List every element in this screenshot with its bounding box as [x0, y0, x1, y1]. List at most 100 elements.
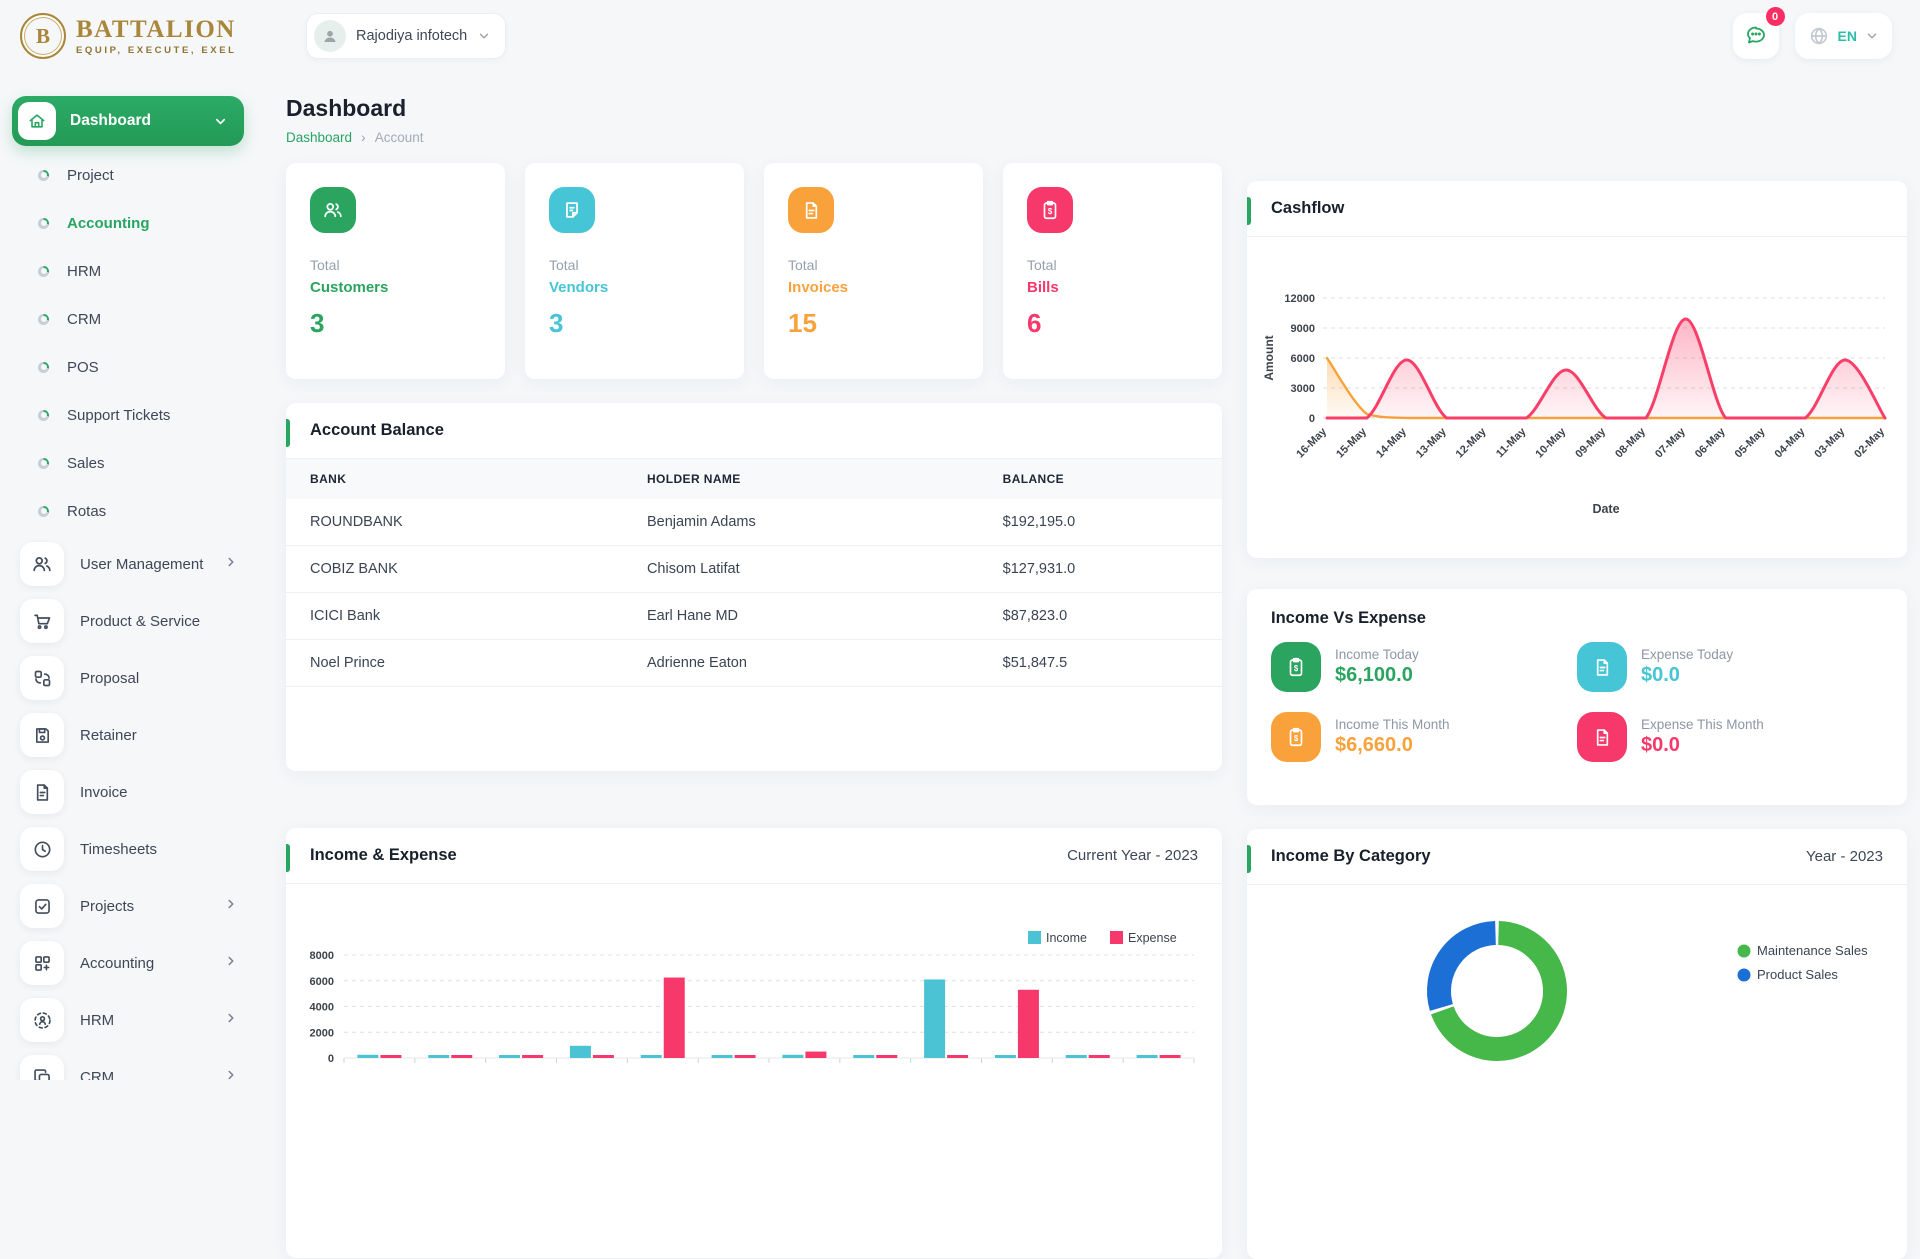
grid-plus-icon [20, 941, 64, 985]
metric-value: $6,100.0 [1335, 664, 1419, 687]
sidebar-item-label: Invoice [80, 784, 128, 801]
proposal-icon [20, 656, 64, 700]
account-balance-table: BANKHOLDER NAMEBALANCE ROUNDBANKBenjamin… [286, 459, 1222, 687]
notification-badge: 0 [1766, 7, 1785, 26]
stat-label: Vendors [549, 279, 720, 296]
workspace-selector[interactable]: Rajodiya infotech [306, 13, 506, 59]
sidebar-item-retainer[interactable]: Retainer [12, 713, 248, 757]
sidebar-sub-list: Project Accounting HRM CRM POS Support Ticket… [12, 158, 248, 528]
language-selector[interactable]: EN [1795, 13, 1892, 59]
table-cell: $51,847.5 [979, 640, 1222, 687]
sidebar-item-invoice[interactable]: Invoice [12, 770, 248, 814]
svg-text:6000: 6000 [310, 976, 334, 988]
table-cell: ICICI Bank [286, 593, 623, 640]
metric-expense-today: Expense Today$0.0 [1577, 642, 1883, 692]
sidebar-item-accounting[interactable]: Accounting [12, 206, 248, 240]
chat-icon [1744, 23, 1768, 50]
sidebar-item-label: Accounting [67, 215, 150, 232]
sidebar-item-crm[interactable]: CRM [12, 302, 248, 336]
sidebar-item-product-service[interactable]: Product & Service [12, 599, 248, 643]
sidebar-item-accounting[interactable]: Accounting [12, 941, 248, 985]
column-header-balance: BALANCE [979, 459, 1222, 499]
stat-value: 15 [788, 308, 959, 339]
cashflow-card: Cashflow 030006000900012000Amount16-May1… [1247, 181, 1907, 558]
breadcrumb-link-dashboard[interactable]: Dashboard [286, 130, 352, 145]
card-period: Year - 2023 [1806, 848, 1883, 865]
svg-text:2000: 2000 [310, 1027, 334, 1039]
svg-text:$: $ [1048, 207, 1053, 216]
card-title: Income & Expense [310, 846, 457, 865]
chevron-down-icon [477, 29, 491, 43]
svg-text:16-May: 16-May [1294, 425, 1329, 460]
sidebar-item-label: CRM [80, 1069, 114, 1081]
svg-text:8000: 8000 [310, 950, 334, 962]
sidebar-item-label: Project [67, 167, 114, 184]
table-cell: COBIZ BANK [286, 546, 623, 593]
table-cell: Chisom Latifat [623, 546, 979, 593]
metric-value: $0.0 [1641, 664, 1733, 687]
metric-value: $0.0 [1641, 734, 1764, 757]
breadcrumb-current: Account [375, 130, 424, 145]
sidebar-item-label: Support Tickets [67, 407, 170, 424]
svg-text:14-May: 14-May [1374, 425, 1409, 460]
stat-label: Invoices [788, 279, 959, 296]
metric-income-this-month: $ Income This Month $6,660.0 [1271, 712, 1577, 762]
svg-text:Amount: Amount [1262, 335, 1276, 380]
sidebar-item-timesheets[interactable]: Timesheets [12, 827, 248, 871]
svg-text:Product Sales: Product Sales [1757, 967, 1838, 982]
stat-prefix: Total [1027, 257, 1198, 273]
sidebar-item-label: Product & Service [80, 613, 200, 630]
sidebar-item-project[interactable]: Project [12, 158, 248, 192]
metric-label: Income This Month [1335, 717, 1450, 732]
sidebar-item-sales[interactable]: Sales [12, 446, 248, 480]
clock-icon [20, 827, 64, 871]
sidebar-item-proposal[interactable]: Proposal [12, 656, 248, 700]
clipboard-dollar-icon: $ [1271, 712, 1321, 762]
svg-text:11-May: 11-May [1494, 425, 1529, 460]
chevron-down-icon [213, 114, 228, 129]
file-text-icon [20, 770, 64, 814]
note-icon [549, 187, 595, 233]
svg-text:12000: 12000 [1284, 293, 1315, 305]
messages-button[interactable]: 0 [1733, 13, 1779, 59]
metric-value: $6,660.0 [1335, 734, 1450, 757]
sidebar-item-projects[interactable]: Projects [12, 884, 248, 928]
svg-text:04-May: 04-May [1773, 425, 1808, 460]
svg-text:02-May: 02-May [1852, 425, 1887, 460]
avatar [314, 20, 346, 52]
column-header-bank: BANK [286, 459, 623, 499]
sidebar-item-pos[interactable]: POS [12, 350, 248, 384]
svg-text:07-May: 07-May [1653, 425, 1688, 460]
svg-text:Income: Income [1046, 931, 1087, 945]
income-vs-expense-card: Income Vs Expense $Income Today$6,100.0E… [1247, 589, 1907, 805]
sidebar-item-label: Proposal [80, 670, 139, 687]
workspace-name: Rajodiya infotech [356, 28, 467, 44]
breadcrumb: Dashboard › Account [286, 129, 1907, 145]
svg-text:9000: 9000 [1291, 323, 1315, 335]
sidebar-item-label: Retainer [80, 727, 137, 744]
svg-text:Maintenance Sales: Maintenance Sales [1757, 943, 1868, 958]
sidebar-item-user-management[interactable]: User Management [12, 542, 248, 586]
svg-text:Expense: Expense [1128, 931, 1177, 945]
svg-text:12-May: 12-May [1454, 425, 1489, 460]
sidebar-item-label: User Management [80, 556, 203, 573]
income-expense-card: Income & Expense Current Year - 2023 Inc… [286, 828, 1222, 1258]
table-cell: $127,931.0 [979, 546, 1222, 593]
cart-icon [20, 599, 64, 643]
brand-emblem-icon: B [20, 13, 66, 59]
account-balance-card: Account Balance BANKHOLDER NAMEBALANCE R… [286, 403, 1222, 771]
sidebar-item-hrm[interactable]: HRM [12, 998, 248, 1042]
bullet-ring-icon [38, 218, 49, 229]
sidebar-item-label: Dashboard [70, 112, 151, 130]
sidebar-item-rotas[interactable]: Rotas [12, 494, 248, 528]
check-square-icon [20, 884, 64, 928]
svg-text:10-May: 10-May [1533, 425, 1568, 460]
bullet-ring-icon [38, 458, 49, 469]
file-text-icon [788, 187, 834, 233]
sidebar-item-support-tickets[interactable]: Support Tickets [12, 398, 248, 432]
sidebar-item-dashboard[interactable]: Dashboard [12, 96, 244, 146]
sidebar: Dashboard Project Accounting HRM CRM POS Supp… [0, 72, 260, 1080]
sidebar-item-hrm[interactable]: HRM [12, 254, 248, 288]
sidebar-item-crm[interactable]: CRM [12, 1055, 248, 1080]
person-dashed-icon [20, 998, 64, 1042]
